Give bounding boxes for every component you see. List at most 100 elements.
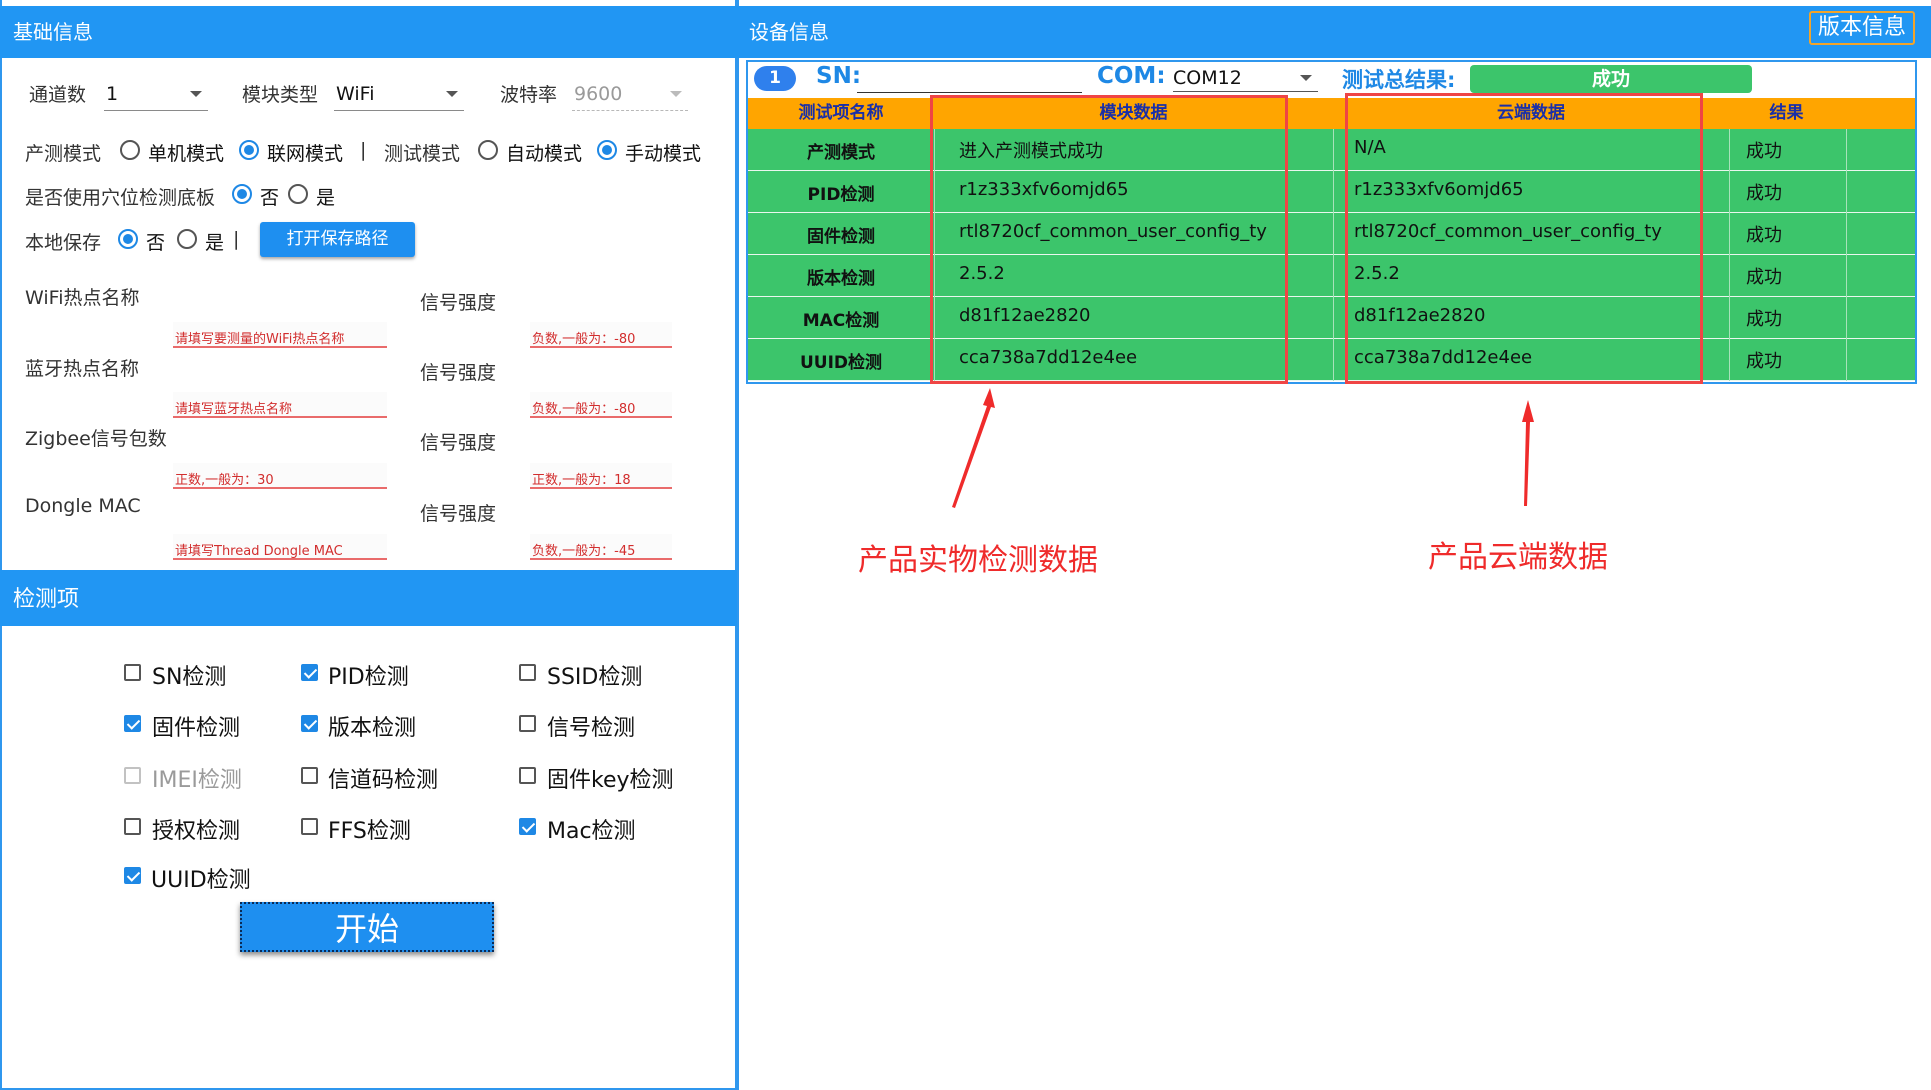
- sn-label: SN:: [816, 63, 862, 89]
- open-save-path-button[interactable]: 打开保存路径: [260, 222, 415, 257]
- arrow-up-icon: [1522, 400, 1534, 506]
- mac-check-label: Mac检测: [547, 819, 636, 844]
- channel-code-check-checkbox[interactable]: [301, 767, 318, 784]
- auth-check-checkbox[interactable]: [124, 818, 141, 835]
- bt-hotspot-placeholder: 请填写蓝牙热点名称: [175, 402, 293, 417]
- local-save-yes-radio[interactable]: [177, 229, 197, 249]
- prod-mode-single-label: 单机模式: [148, 143, 225, 165]
- dongle-signal-label: 信号强度: [420, 503, 497, 525]
- chevron-down-icon: [190, 91, 202, 97]
- row-result: 成功: [1746, 141, 1782, 162]
- prod-mode-single-radio[interactable]: [120, 140, 140, 160]
- basic-info-header: 基础信息: [0, 6, 737, 58]
- dongle-placeholder: 请填写Thread Dongle MAC: [175, 544, 343, 559]
- ffs-check-label: FFS检测: [328, 819, 411, 844]
- separator: |: [233, 228, 240, 250]
- fixture-no-radio[interactable]: [232, 184, 252, 204]
- signal-check-checkbox[interactable]: [519, 715, 536, 732]
- module-type-select[interactable]: WiFi: [334, 77, 464, 111]
- channel-badge: 1: [754, 66, 796, 91]
- test-mode-auto-label: 自动模式: [506, 143, 583, 165]
- firmware-key-check-checkbox[interactable]: [519, 767, 536, 784]
- test-mode-manual-label: 手动模式: [625, 143, 702, 165]
- fixture-label: 是否使用穴位检测底板: [25, 187, 216, 209]
- check-items-header: 检测项: [0, 570, 737, 626]
- test-mode-auto-radio[interactable]: [478, 140, 498, 160]
- test-mode-label: 测试模式: [384, 143, 461, 165]
- column-header-result: 结果: [1769, 103, 1804, 123]
- module-data-highlight-box: [930, 95, 1288, 384]
- firmware-check-label: 固件检测: [152, 716, 241, 741]
- ssid-check-label: SSID检测: [547, 665, 643, 690]
- row-result: 成功: [1746, 267, 1782, 288]
- sn-check-label: SN检测: [152, 665, 227, 690]
- local-save-no-radio[interactable]: [118, 229, 138, 249]
- zigbee-signal-label: 信号强度: [420, 432, 497, 454]
- cloud-data-highlight-box: [1345, 93, 1703, 384]
- test-mode-manual-radio[interactable]: [597, 140, 617, 160]
- ffs-check-checkbox[interactable]: [301, 818, 318, 835]
- prod-mode-network-radio[interactable]: [239, 140, 259, 160]
- local-save-label: 本地保存: [25, 232, 102, 254]
- row-result: 成功: [1746, 225, 1782, 246]
- channel-select[interactable]: 1: [104, 77, 208, 111]
- wifi-hotspot-label: WiFi热点名称: [25, 287, 140, 309]
- row-name: MAC检测: [802, 311, 880, 331]
- row-name: 固件检测: [807, 227, 875, 247]
- ssid-check-checkbox[interactable]: [519, 664, 536, 681]
- zigbee-label: Zigbee信号包数: [25, 428, 167, 450]
- sn-check-checkbox[interactable]: [124, 664, 141, 681]
- start-button[interactable]: 开始: [240, 902, 494, 952]
- zigbee-placeholder: 正数,一般为：30: [175, 473, 274, 488]
- pid-check-label: PID检测: [328, 665, 409, 690]
- imei-check-label: IMEI检测: [152, 768, 242, 793]
- com-select-value: COM12: [1173, 67, 1242, 89]
- baud-label: 波特率: [500, 84, 558, 106]
- device-info-header: 设备信息: [737, 6, 1931, 58]
- firmware-check-checkbox[interactable]: [124, 715, 141, 732]
- grid-line: [1729, 129, 1730, 381]
- row-name: 产测模式: [807, 143, 875, 163]
- module-data-annotation: 产品实物检测数据: [858, 543, 1098, 578]
- local-save-no-label: 否: [146, 232, 166, 254]
- channel-select-value: 1: [106, 83, 119, 105]
- auth-check-label: 授权检测: [152, 819, 241, 844]
- pid-check-checkbox[interactable]: [301, 664, 318, 681]
- local-save-yes-label: 是: [205, 232, 225, 254]
- channel-label: 通道数: [29, 84, 87, 106]
- row-name: UUID检测: [799, 353, 883, 373]
- app-window: 基础信息 通道数 1 模块类型 WiFi 波特率 9600 产测模式 单机模式 …: [0, 0, 1931, 1090]
- baud-select[interactable]: 9600: [572, 77, 688, 111]
- chevron-down-icon: [446, 91, 458, 97]
- version-check-checkbox[interactable]: [301, 715, 318, 732]
- bt-signal-label: 信号强度: [420, 362, 497, 384]
- signal-check-label: 信号检测: [547, 716, 636, 741]
- row-result: 成功: [1746, 183, 1782, 204]
- wifi-hotspot-placeholder: 请填写要测量的WiFi热点名称: [175, 332, 345, 347]
- total-result-label: 测试总结果:: [1342, 68, 1456, 92]
- wifi-signal-label: 信号强度: [420, 292, 497, 314]
- cloud-data-annotation: 产品云端数据: [1428, 540, 1608, 575]
- imei-check-checkbox[interactable]: [124, 767, 141, 784]
- grid-line: [1846, 129, 1847, 381]
- version-info-button[interactable]: 版本信息: [1809, 11, 1915, 45]
- version-check-label: 版本检测: [328, 716, 417, 741]
- uuid-check-checkbox[interactable]: [124, 867, 141, 884]
- firmware-key-check-label: 固件key检测: [547, 768, 674, 793]
- chevron-down-icon: [1300, 75, 1312, 81]
- fixture-no-label: 否: [260, 187, 280, 209]
- bt-signal-placeholder: 负数,一般为：-80: [532, 402, 636, 417]
- column-header-test-item: 测试项名称: [798, 103, 884, 123]
- row-result: 成功: [1746, 309, 1782, 330]
- uuid-check-label: UUID检测: [151, 868, 251, 893]
- channel-code-check-label: 信道码检测: [328, 768, 439, 793]
- com-select[interactable]: COM12: [1173, 64, 1318, 92]
- dongle-signal-placeholder: 负数,一般为：-45: [532, 544, 636, 559]
- prod-mode-label: 产测模式: [25, 143, 102, 165]
- zigbee-signal-placeholder: 正数,一般为：18: [532, 473, 631, 488]
- row-result: 成功: [1746, 351, 1782, 372]
- sn-field[interactable]: [857, 69, 1082, 93]
- mac-check-checkbox[interactable]: [519, 818, 536, 835]
- fixture-yes-radio[interactable]: [288, 184, 308, 204]
- separator: |: [360, 139, 367, 161]
